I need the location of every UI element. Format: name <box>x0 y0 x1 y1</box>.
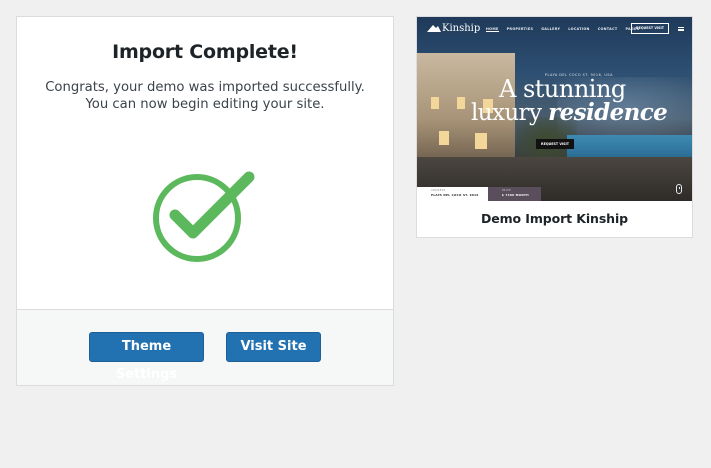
check-circle-icon <box>153 171 257 263</box>
price-value: $ 7400 MONTH <box>501 193 529 197</box>
address-label: ADDRESS <box>431 189 446 192</box>
import-message: Congrats, your demo was imported success… <box>45 80 365 112</box>
nav-item-location: LOCATION <box>568 27 590 31</box>
hero-headline-2-emph: residence <box>548 99 668 126</box>
import-actions: Theme Settings Visit Site <box>17 309 393 385</box>
nav-item-properties: PROPERTIES <box>506 27 534 31</box>
price-info: PRICE $ 7400 MONTH <box>487 187 541 201</box>
preview-navbar: Kinship HOME PROPERTIES GALLERY LOCATION… <box>417 17 692 43</box>
hero-headline-2: luxury residence <box>471 99 668 126</box>
menu-icon <box>678 27 684 31</box>
demo-preview-screenshot: Kinship HOME PROPERTIES GALLERY LOCATION… <box>417 17 692 201</box>
nav-item-home: HOME <box>486 27 499 32</box>
hero-request-visit: REQUEST VISIT <box>536 139 574 149</box>
nav-request-visit: REQUEST VISIT <box>631 23 669 34</box>
import-title: Import Complete! <box>112 41 298 63</box>
demo-preview-card[interactable]: Kinship HOME PROPERTIES GALLERY LOCATION… <box>416 16 693 238</box>
theme-settings-button[interactable]: Theme Settings <box>89 332 204 382</box>
demo-caption: Demo Import Kinship <box>480 211 629 226</box>
nav-item-gallery: GALLERY <box>541 27 561 31</box>
import-complete-panel: Import Complete! Congrats, your demo was… <box>16 16 394 386</box>
import-complete-body: Import Complete! Congrats, your demo was… <box>17 17 393 311</box>
preview-nav-links: HOME PROPERTIES GALLERY LOCATION CONTACT… <box>486 27 639 32</box>
logo-mountain-icon <box>427 25 441 32</box>
address-info: ADDRESS PLAYA DEL COCO ST. 9016 <box>417 187 488 201</box>
hero-headline-2-plain: luxury <box>471 100 542 126</box>
address-value: PLAYA DEL COCO ST. 9016 <box>431 193 479 197</box>
preview-brand: Kinship <box>442 23 481 34</box>
mouse-scroll-icon <box>676 184 682 194</box>
property-info-bar: ADDRESS PLAYA DEL COCO ST. 9016 PRICE $ … <box>417 187 541 201</box>
nav-item-contact: CONTACT <box>597 27 618 31</box>
visit-site-button[interactable]: Visit Site <box>226 332 321 362</box>
price-label: PRICE <box>501 189 511 192</box>
